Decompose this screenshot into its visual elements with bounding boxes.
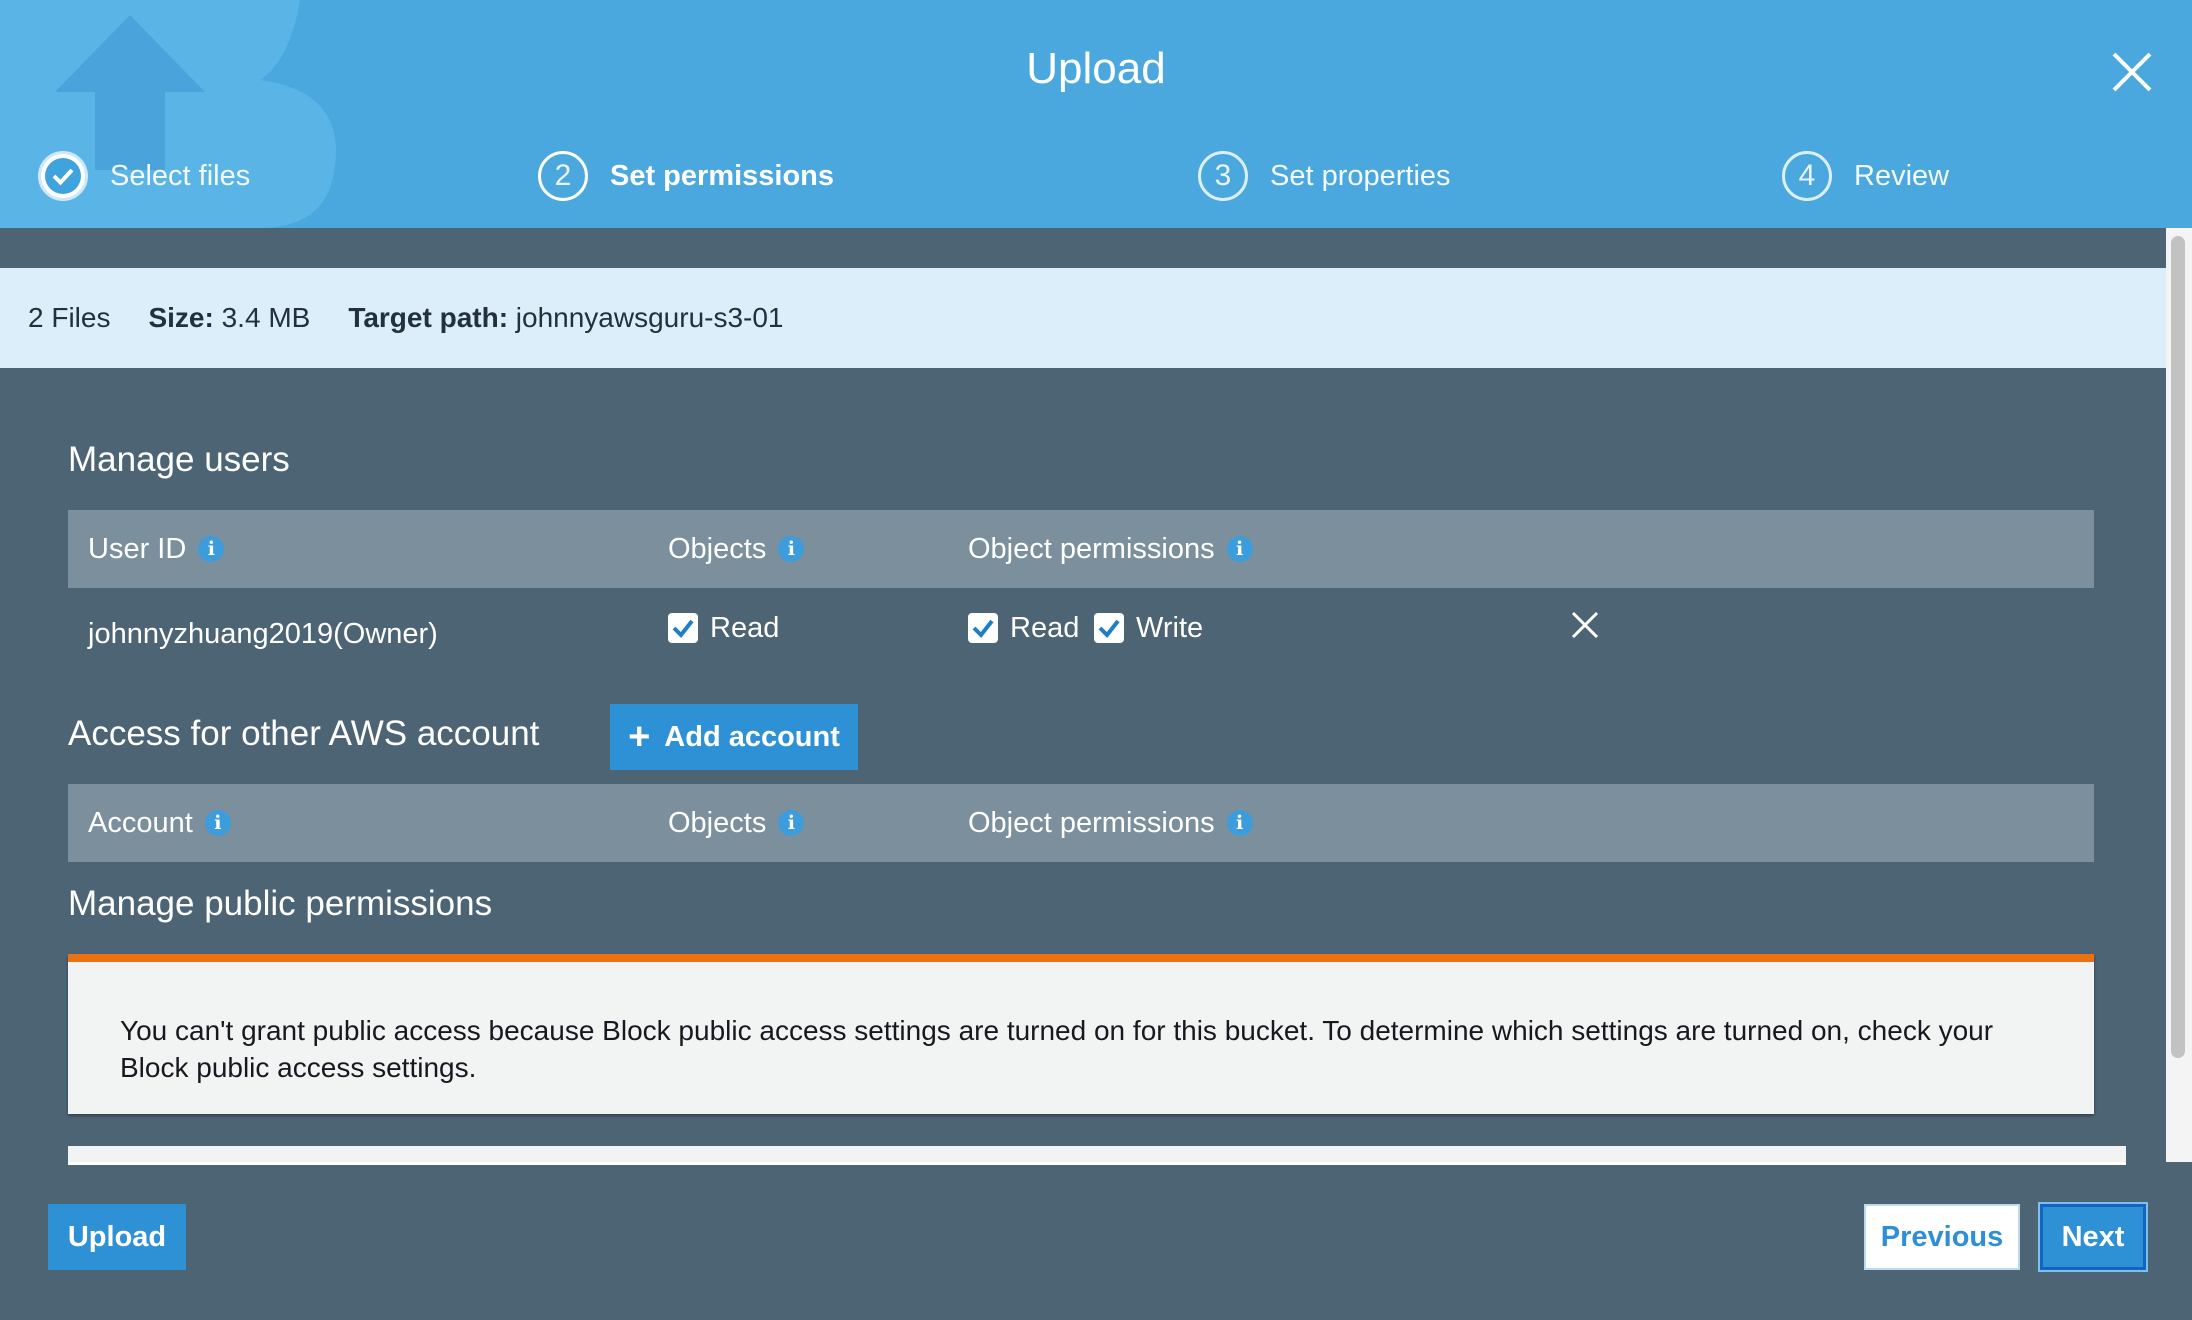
step-label: Set properties [1270, 159, 1451, 192]
close-icon[interactable] [2108, 48, 2156, 96]
info-icon[interactable]: i [778, 810, 805, 836]
permission-read-option[interactable]: Read [968, 588, 1079, 668]
previous-button[interactable]: Previous [1864, 1204, 2020, 1270]
add-account-button[interactable]: + Add account [610, 704, 858, 770]
accounts-table-header: Account i Objects i Object permissions i [68, 784, 2094, 862]
block-public-access-warning: You can't grant public access because Bl… [68, 954, 2094, 1114]
info-icon[interactable]: i [198, 536, 225, 562]
step-label: Review [1854, 159, 1950, 192]
scrollbar-thumb[interactable] [2171, 236, 2185, 1058]
col-user-id: User ID i [88, 510, 225, 588]
col-objects: Objects i [668, 784, 805, 862]
next-button[interactable]: Next [2040, 1204, 2146, 1270]
step-number: 3 [1198, 151, 1248, 201]
objects-read-option[interactable]: Read [668, 588, 779, 668]
objects-read-checkbox[interactable] [668, 613, 698, 643]
step-number: 4 [1782, 151, 1832, 201]
dialog-title: Upload [1026, 44, 1166, 93]
step-number: 2 [538, 151, 588, 201]
col-objects: Objects i [668, 510, 805, 588]
table-row: johnnyzhuang2019(Owner) Read Read Write [68, 588, 2094, 668]
step-label: Select files [110, 159, 251, 192]
file-count: 2 Files [28, 302, 111, 333]
manage-users-title: Manage users [68, 440, 290, 479]
step-review[interactable]: 4 Review [1782, 146, 1949, 206]
col-object-permissions: Object permissions i [968, 784, 1253, 862]
info-icon[interactable]: i [1226, 810, 1253, 836]
step-label: Set permissions [610, 159, 835, 192]
next-panel-edge [68, 1146, 2126, 1165]
checkmark-icon [38, 151, 88, 201]
users-table-header: User ID i Objects i Object permissions i [68, 510, 2094, 588]
checkmark-icon [972, 619, 994, 639]
col-object-permissions: Object permissions i [968, 510, 1253, 588]
plus-icon: + [628, 716, 651, 758]
upload-summary-bar: 2 Files Size: 3.4 MB Target path: johnny… [0, 268, 2166, 368]
step-set-permissions[interactable]: 2 Set permissions [538, 146, 834, 206]
info-icon[interactable]: i [1226, 536, 1253, 562]
upload-button[interactable]: Upload [48, 1204, 186, 1270]
permission-write-option[interactable]: Write [1094, 588, 1203, 668]
other-accounts-title: Access for other AWS account [68, 714, 540, 753]
warning-text-line2: Block public access settings. [120, 1052, 477, 1083]
target-path: Target path: johnnyawsguru-s3-01 [348, 302, 784, 333]
info-icon[interactable]: i [204, 810, 231, 836]
checkmark-icon [1098, 619, 1120, 639]
checkmark-icon [672, 619, 694, 639]
col-account: Account i [88, 784, 231, 862]
info-icon[interactable]: i [778, 536, 805, 562]
user-id-cell: johnnyzhuang2019(Owner) [88, 617, 438, 650]
warning-text-line1: You can't grant public access because Bl… [120, 1015, 1994, 1046]
step-set-properties[interactable]: 3 Set properties [1198, 146, 1451, 206]
upload-header: Upload Select files 2 Set permissions 3 … [0, 0, 2192, 228]
upload-size: Size: 3.4 MB [148, 302, 311, 333]
permission-read-checkbox[interactable] [968, 613, 998, 643]
permission-write-checkbox[interactable] [1094, 613, 1124, 643]
step-select-files[interactable]: Select files [38, 146, 250, 206]
public-permissions-title: Manage public permissions [68, 884, 493, 923]
remove-icon[interactable] [1570, 610, 1600, 640]
